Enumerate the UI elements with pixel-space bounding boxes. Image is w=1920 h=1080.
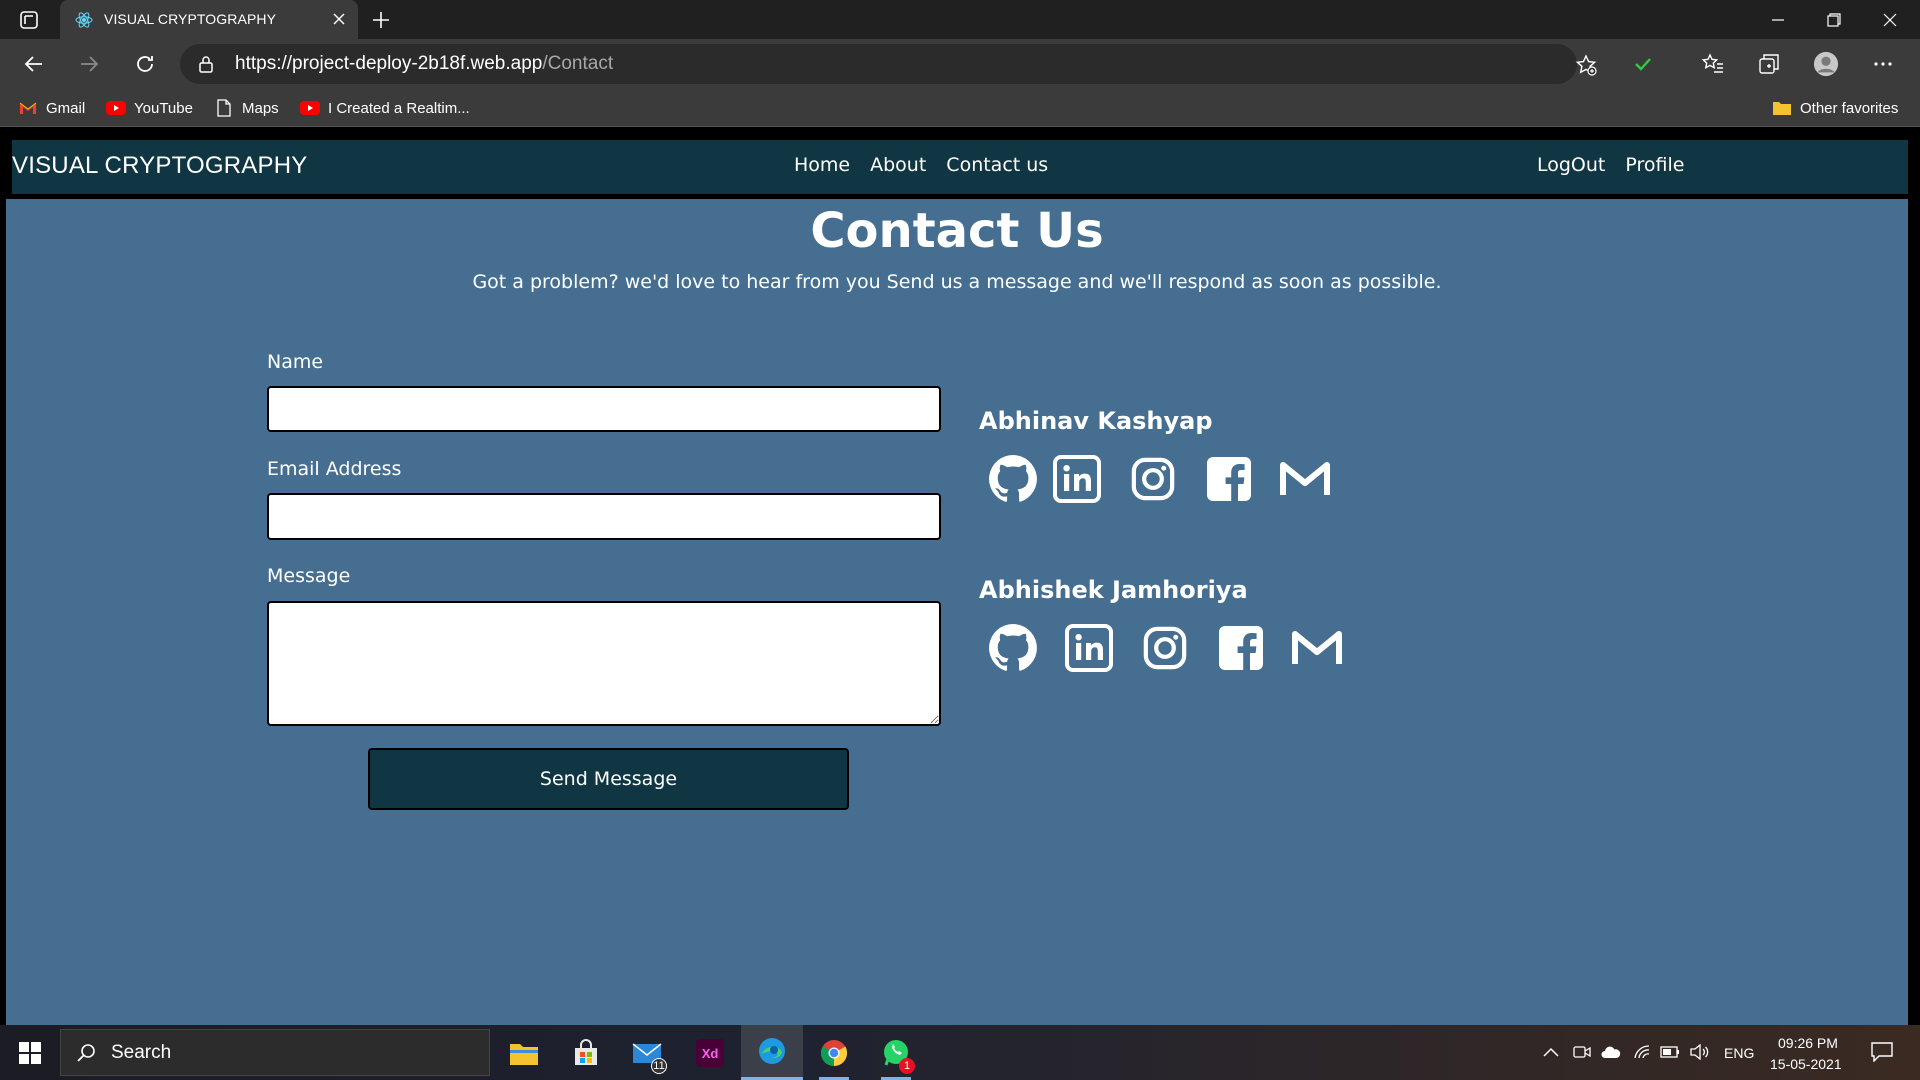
nav-logout[interactable]: LogOut — [1537, 154, 1605, 176]
profile-avatar-icon[interactable] — [1813, 51, 1839, 77]
meet-now-icon[interactable] — [1572, 1042, 1592, 1062]
email-label: Email Address — [267, 458, 402, 480]
browser-toolbar: https://project-deploy-2b18f.web.app/Con… — [0, 39, 1920, 89]
volume-icon[interactable] — [1690, 1042, 1710, 1062]
person-name: Abhishek Jamhoriya — [979, 576, 1248, 604]
more-options-icon[interactable] — [1870, 51, 1896, 77]
add-favorite-icon[interactable] — [1575, 54, 1597, 76]
folder-icon — [1772, 98, 1792, 118]
youtube-icon — [300, 98, 320, 118]
email-input[interactable] — [267, 493, 941, 540]
wifi-icon[interactable] — [1632, 1042, 1652, 1062]
browser-tab[interactable]: VISUAL CRYPTOGRAPHY — [60, 0, 358, 39]
nav-profile[interactable]: Profile — [1625, 154, 1684, 176]
notification-icon[interactable] — [1870, 1040, 1894, 1064]
nav-home[interactable]: Home — [794, 154, 850, 176]
favorites-icon[interactable] — [1700, 51, 1726, 77]
nav-account-links: LogOut Profile — [1537, 154, 1684, 176]
language-indicator[interactable]: ENG — [1724, 1045, 1754, 1061]
whatsapp-icon[interactable]: 1 — [865, 1025, 927, 1080]
minimize-icon[interactable] — [1750, 0, 1806, 39]
url-text[interactable]: https://project-deploy-2b18f.web.app/Con… — [235, 53, 613, 75]
chrome-icon[interactable] — [803, 1025, 865, 1080]
adobe-xd-icon[interactable]: Xd — [679, 1025, 741, 1080]
site-brand[interactable]: VISUAL CRYPTOGRAPHY — [12, 152, 307, 180]
onedrive-icon[interactable] — [1601, 1042, 1621, 1062]
nav-links: Home About Contact us — [794, 154, 1048, 176]
social-links — [986, 621, 1366, 675]
edge-icon[interactable] — [741, 1025, 803, 1080]
site-navbar: VISUAL CRYPTOGRAPHY Home About Contact u… — [12, 140, 1908, 194]
new-tab-icon[interactable] — [370, 9, 392, 31]
react-favicon-icon — [74, 10, 94, 30]
page-subtitle: Got a problem? we'd love to hear from yo… — [472, 271, 1442, 293]
name-label: Name — [267, 351, 324, 373]
lock-icon[interactable] — [198, 55, 214, 73]
collections-icon[interactable] — [1756, 51, 1782, 77]
tab-title: VISUAL CRYPTOGRAPHY — [104, 11, 277, 27]
bookmark-youtube[interactable]: YouTube — [106, 97, 193, 119]
linkedin-icon[interactable] — [1062, 621, 1116, 675]
page-icon — [214, 98, 234, 118]
mail-badge: 11 — [651, 1058, 667, 1074]
github-icon[interactable] — [986, 452, 1040, 506]
clock-time[interactable]: 09:26 PM — [1778, 1035, 1838, 1051]
tab-actions-icon[interactable] — [18, 9, 40, 31]
nav-contact[interactable]: Contact us — [946, 154, 1048, 176]
store-icon[interactable] — [555, 1025, 617, 1080]
send-message-button[interactable]: Send Message — [368, 748, 849, 810]
nav-about[interactable]: About — [870, 154, 926, 176]
svg-text:Xd: Xd — [702, 1046, 719, 1061]
chevron-up-icon[interactable] — [1541, 1042, 1561, 1062]
search-icon — [75, 1042, 97, 1064]
person-name: Abhinav Kashyap — [979, 407, 1213, 435]
gmail-icon[interactable] — [1290, 621, 1344, 675]
windows-start-icon[interactable] — [10, 1037, 50, 1069]
linkedin-icon[interactable] — [1050, 452, 1104, 506]
mail-icon[interactable]: 11 — [617, 1025, 679, 1080]
forward-arrow-icon[interactable] — [75, 50, 103, 78]
bookmark-gmail[interactable]: Gmail — [18, 97, 85, 119]
file-explorer-icon[interactable] — [493, 1025, 555, 1080]
bookmark-maps[interactable]: Maps — [214, 97, 279, 119]
taskbar-search[interactable]: Search — [60, 1029, 490, 1076]
whatsapp-badge: 1 — [899, 1058, 915, 1074]
social-links — [986, 452, 1354, 506]
address-bar[interactable]: https://project-deploy-2b18f.web.app/Con… — [180, 44, 1597, 84]
restore-icon[interactable] — [1806, 0, 1862, 39]
youtube-icon — [106, 98, 126, 118]
browser-titlebar: VISUAL CRYPTOGRAPHY — [0, 0, 1920, 39]
contact-section: Contact Us Got a problem? we'd love to h… — [6, 199, 1908, 1025]
message-textarea[interactable] — [267, 601, 941, 726]
facebook-icon[interactable] — [1214, 621, 1268, 675]
extension-check-icon[interactable] — [1630, 51, 1656, 77]
instagram-icon[interactable] — [1138, 621, 1192, 675]
page-title: Contact Us — [810, 203, 1104, 259]
battery-icon[interactable] — [1660, 1042, 1680, 1062]
close-tab-icon[interactable] — [332, 12, 346, 26]
instagram-icon[interactable] — [1126, 452, 1180, 506]
back-arrow-icon[interactable] — [20, 50, 48, 78]
other-favorites[interactable]: Other favorites — [1772, 97, 1898, 119]
windows-taskbar: Search 11 Xd 1 ENG 09:26 PM 15-05-2021 — [0, 1025, 1920, 1080]
gmail-icon[interactable] — [1278, 452, 1332, 506]
github-icon[interactable] — [986, 621, 1040, 675]
clock-date[interactable]: 15-05-2021 — [1770, 1056, 1842, 1072]
bookmark-video[interactable]: I Created a Realtim... — [300, 97, 470, 119]
close-window-icon[interactable] — [1862, 0, 1918, 39]
message-label: Message — [267, 565, 351, 587]
facebook-icon[interactable] — [1202, 452, 1256, 506]
refresh-icon[interactable] — [131, 50, 159, 78]
bookmarks-bar: Gmail YouTube Maps I Created a Realtim..… — [0, 89, 1920, 127]
page-viewport: VISUAL CRYPTOGRAPHY Home About Contact u… — [0, 128, 1920, 1025]
gmail-icon — [18, 98, 38, 118]
name-input[interactable] — [267, 386, 941, 432]
